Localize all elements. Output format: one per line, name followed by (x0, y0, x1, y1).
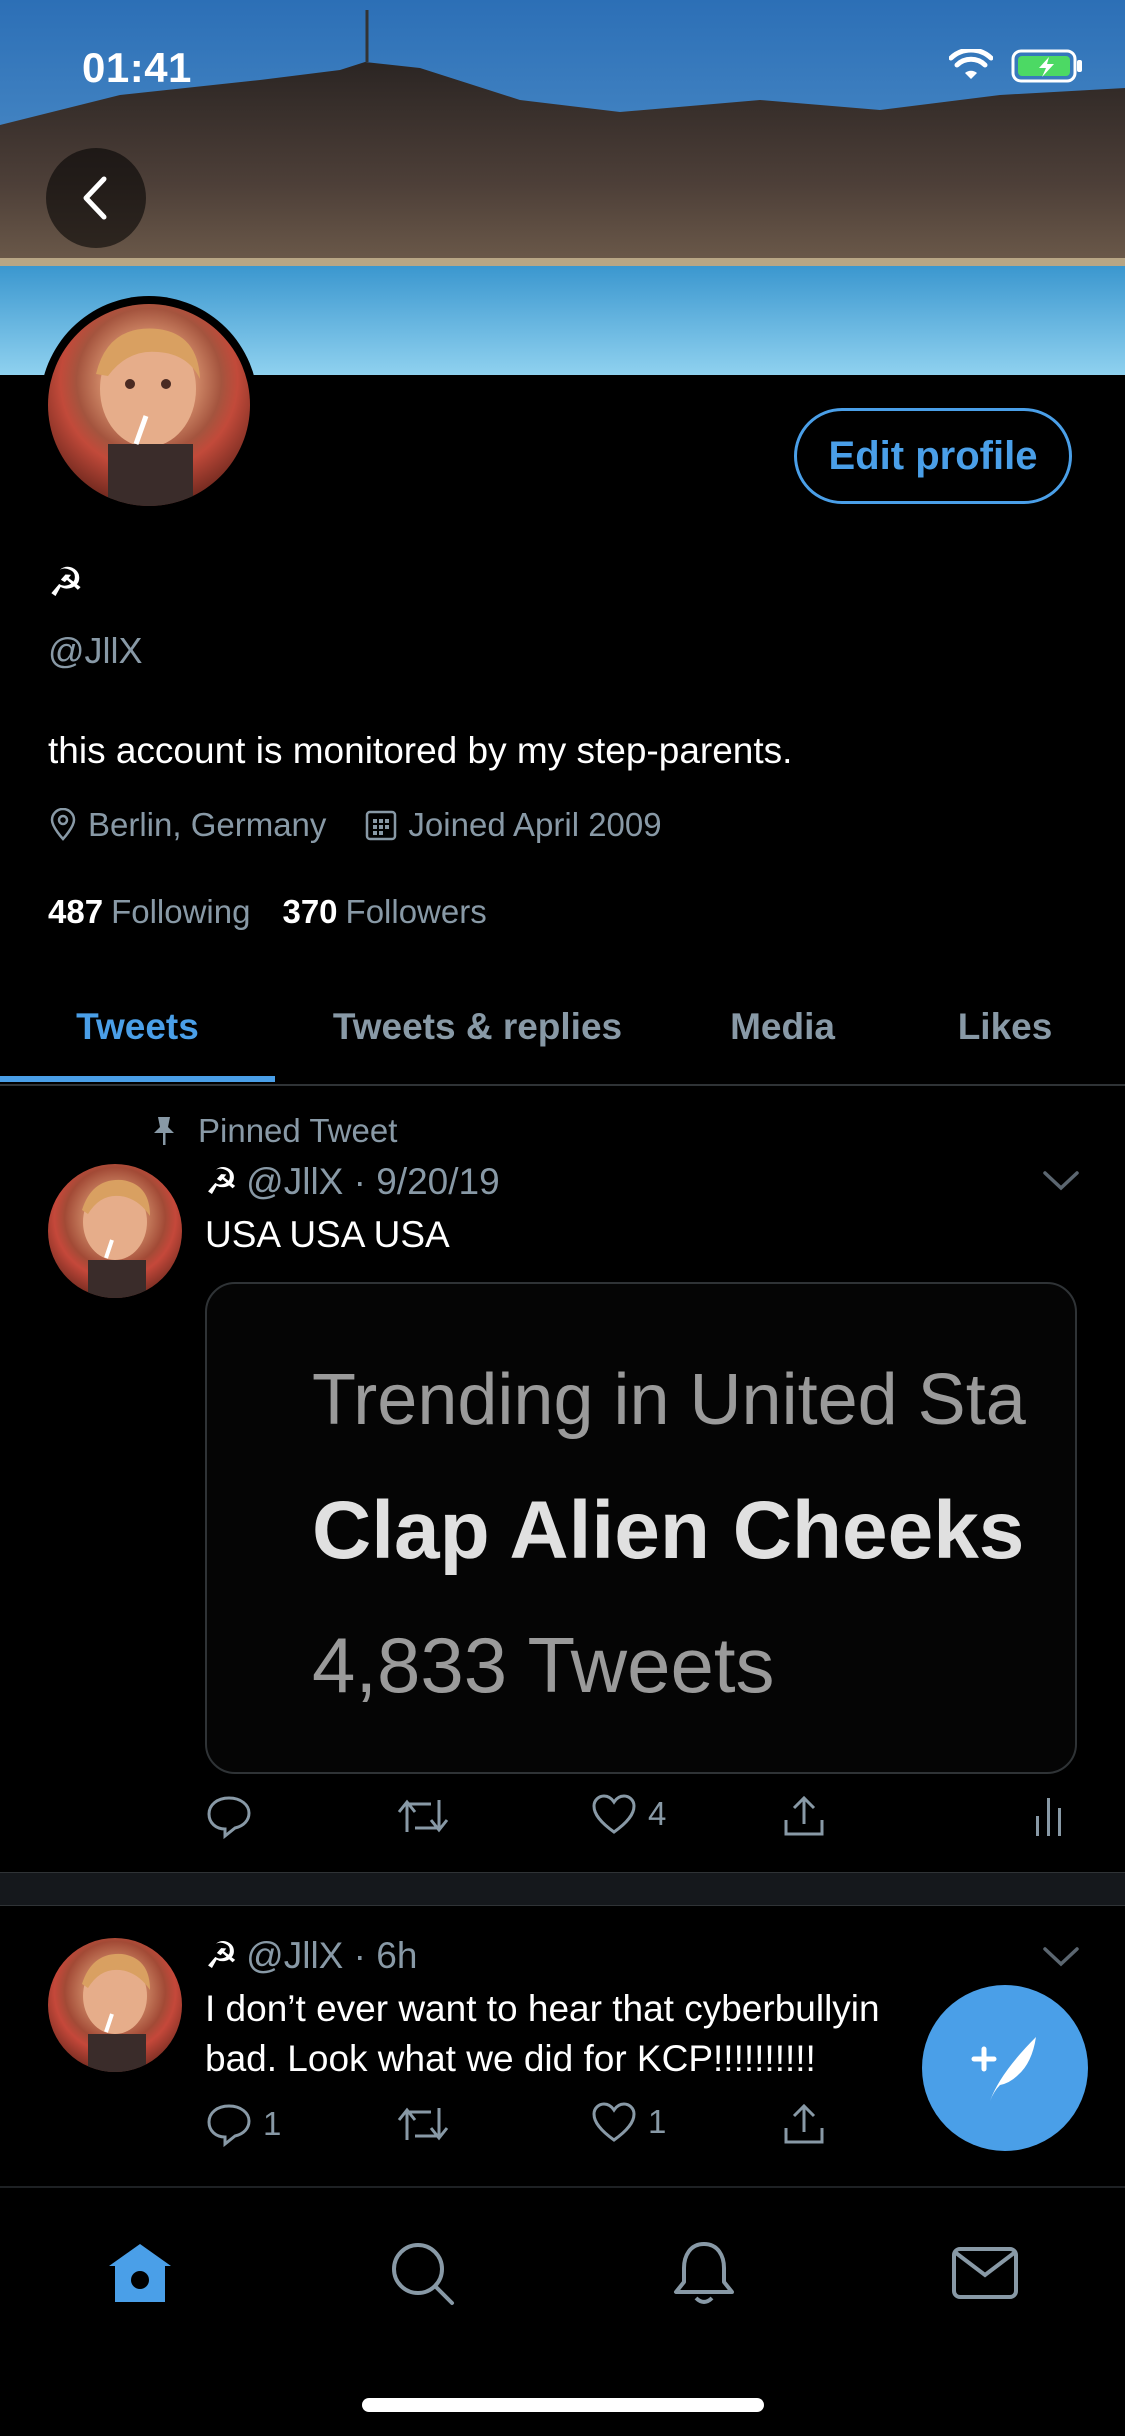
messages-icon (952, 2247, 1018, 2299)
compose-icon (971, 2037, 1036, 2101)
chevron-down-icon[interactable] (1041, 1168, 1081, 1194)
tweet-author-handle[interactable]: @JllX (246, 1161, 343, 1202)
like-button[interactable]: 4 (590, 1792, 666, 1836)
card-trend-location: Trending in United Sta (312, 1360, 1026, 1440)
profile-meta: Berlin, Germany Joined April 2009 (48, 806, 700, 844)
reply-count: 1 (263, 2105, 282, 2142)
profile-location: Berlin, Germany (48, 806, 326, 844)
profile-joined: Joined April 2009 (364, 806, 662, 844)
calendar-icon (366, 810, 397, 841)
home-indicator[interactable] (362, 2398, 764, 2412)
share-button[interactable] (780, 2100, 828, 2148)
tweet-date: 6h (376, 1935, 418, 1976)
tab-search[interactable] (377, 2228, 467, 2318)
card-trend-count: 4,833 Tweets (312, 1621, 775, 1709)
display-name: ☭ (48, 561, 84, 605)
following-count: 487 (48, 893, 104, 930)
tab-tweets[interactable]: Tweets (0, 968, 275, 1086)
tab-tweets-replies[interactable]: Tweets & replies (290, 968, 665, 1086)
tab-home[interactable] (95, 2228, 185, 2318)
tweet-text: USA USA USA (205, 1214, 450, 1255)
analytics-icon (1036, 1798, 1061, 1836)
joined-text: Joined April 2009 (408, 806, 662, 843)
share-icon (784, 2103, 824, 2144)
retweet-button[interactable] (395, 2100, 451, 2148)
pinned-text: Pinned Tweet (198, 1112, 398, 1149)
active-tab-indicator (0, 1076, 275, 1082)
compose-tweet-button[interactable] (922, 1985, 1088, 2151)
retweet-icon (397, 1799, 449, 1833)
status-time: 01:41 (82, 44, 192, 91)
back-arrow-icon (83, 176, 107, 220)
reply-icon (207, 2104, 251, 2148)
tweet-text-line-2: bad. Look what we did for KCP!!!!!!!!!! (205, 2038, 816, 2079)
card-trend-title: Clap Alien Cheeks (312, 1485, 1025, 1576)
followers-count: 370 (282, 893, 338, 930)
retweet-button[interactable] (395, 1792, 451, 1840)
tweet-header: ☭ @JllX · 9/20/19 (205, 1160, 500, 1203)
search-icon (392, 2243, 454, 2305)
tweet-date: 9/20/19 (376, 1161, 500, 1202)
tweet-avatar[interactable] (48, 1164, 182, 1298)
following-link[interactable]: 487 Following (48, 893, 250, 931)
back-button[interactable] (46, 148, 146, 248)
profile-counts: 487 Following 370 Followers (48, 893, 487, 931)
tweet-separator: · (353, 1161, 366, 1202)
tweet-author-handle[interactable]: @JllX (246, 1935, 343, 1976)
tweet-author-name: ☭ (205, 1935, 239, 1976)
tweet-separator: · (353, 1935, 366, 1976)
profile-handle: @JllX (48, 630, 143, 671)
analytics-button[interactable] (1033, 1792, 1065, 1840)
following-label: Following (111, 893, 251, 930)
like-icon (592, 1794, 636, 1834)
like-icon (592, 2102, 636, 2142)
share-icon (784, 1795, 824, 1836)
tweet-avatar[interactable] (48, 1938, 182, 2072)
status-bar: 01:41 (0, 0, 1125, 130)
tab-notifications[interactable] (659, 2228, 749, 2318)
reply-button[interactable]: 1 (205, 2100, 281, 2148)
wifi-icon (949, 49, 993, 79)
reply-icon (207, 1796, 251, 1840)
tweet-header: ☭ @JllX · 6h (205, 1934, 417, 1977)
location-pin-icon (50, 808, 76, 841)
followers-label: Followers (345, 893, 487, 930)
tab-media[interactable]: Media (690, 968, 875, 1086)
followers-link[interactable]: 370 Followers (282, 893, 486, 931)
like-button[interactable]: 1 (590, 2100, 666, 2144)
profile-bio: this account is monitored by my step-par… (48, 730, 793, 771)
notifications-icon (674, 2242, 734, 2304)
like-count: 4 (648, 1795, 667, 1832)
pinned-label: Pinned Tweet (150, 1112, 397, 1150)
tweet-divider (0, 1872, 1125, 1906)
edit-profile-button[interactable]: Edit profile (794, 408, 1072, 504)
battery-icon (1011, 49, 1082, 83)
avatar-image (48, 304, 250, 506)
tab-messages[interactable] (940, 2228, 1030, 2318)
retweet-icon (397, 2107, 449, 2141)
tab-likes[interactable]: Likes (910, 968, 1100, 1086)
status-icons (949, 48, 1083, 84)
share-button[interactable] (780, 1792, 828, 1840)
like-count: 1 (648, 2103, 667, 2140)
profile-avatar[interactable] (40, 296, 258, 514)
reply-button[interactable] (205, 1792, 253, 1840)
tweet-author-name: ☭ (205, 1161, 239, 1202)
home-icon (109, 2244, 171, 2302)
location-text: Berlin, Germany (88, 806, 327, 843)
chevron-down-icon[interactable] (1041, 1944, 1081, 1970)
pin-icon (154, 1117, 174, 1145)
tweet-actions: 4 (205, 1792, 1085, 1852)
profile-tabs: Tweets Tweets & replies Media Likes (0, 968, 1125, 1086)
tweet-media-card[interactable]: Trending in United Sta Clap Alien Cheeks… (205, 1282, 1077, 1774)
